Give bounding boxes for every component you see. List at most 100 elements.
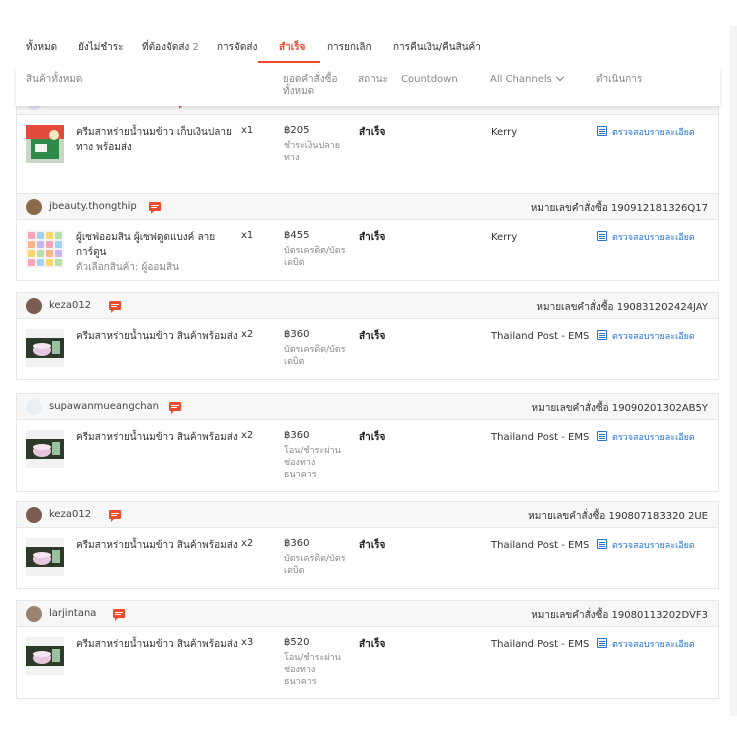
tab-return-refund[interactable]: การคืนเงิน/คืนสินค้า bbox=[393, 40, 481, 55]
order-number: หมายเลขคำสั่งซื้อ 190831202424JAY bbox=[536, 302, 708, 313]
tab-cancelled[interactable]: การยกเลิก bbox=[327, 40, 372, 55]
shipping-channel: Kerry bbox=[491, 127, 518, 138]
order-card-header: supawanmueangchan หมายเลขคำสั่งซื้อ 19090… bbox=[17, 394, 718, 420]
order-card-body: ครีมสาหร่ายน้ำนมข้าว สินค้าพร้อมส่ง x2 ฿36… bbox=[17, 420, 718, 491]
order-total: ฿455 bbox=[284, 230, 310, 241]
shipping-channel: Thailand Post - EMS bbox=[491, 432, 590, 443]
buyer-username[interactable]: supawanmueangchan bbox=[49, 401, 159, 412]
col-order-total: ยอดคำสั่งซื้อ ทั้งหมด bbox=[283, 74, 338, 97]
buyer-username[interactable]: jbeauty.thongthip bbox=[49, 201, 137, 212]
chevron-down-icon bbox=[555, 72, 565, 82]
order-number: หมายเลขคำสั่งซื้อ 19080113202DVF3 bbox=[531, 610, 708, 621]
view-details-button[interactable]: ตรวจสอบรายละเอียด bbox=[597, 329, 695, 343]
avatar[interactable] bbox=[26, 507, 42, 523]
chat-icon[interactable] bbox=[169, 402, 181, 414]
product-thumbnail[interactable] bbox=[26, 538, 64, 576]
shipping-channel: Thailand Post - EMS bbox=[491, 540, 590, 551]
quantity: x1 bbox=[241, 125, 254, 136]
document-icon bbox=[597, 431, 607, 441]
quantity: x2 bbox=[241, 329, 254, 340]
order-card: jbeauty.thongthip หมายเลขคำสั่งซื้อ 19091… bbox=[16, 193, 719, 281]
active-tab-indicator bbox=[258, 61, 320, 63]
order-card: keza012 หมายเลขคำสั่งซื้อ 190831202424JAY… bbox=[16, 292, 719, 380]
chat-icon[interactable] bbox=[149, 202, 161, 214]
order-card-body: ครีมสาหร่ายน้ำนมข้าว เก็บเงินปลายทาง พร้… bbox=[17, 115, 718, 193]
buyer-username[interactable]: larjintana bbox=[49, 608, 96, 619]
buyer-username[interactable]: keza012 bbox=[49, 300, 91, 311]
order-total: ฿205 bbox=[284, 125, 310, 136]
avatar[interactable] bbox=[26, 199, 42, 215]
product-thumbnail[interactable] bbox=[26, 637, 64, 675]
shipping-channel: Thailand Post - EMS bbox=[491, 639, 590, 650]
order-card: keza012 หมายเลขคำสั่งซื้อ 190807183320 2U… bbox=[16, 501, 719, 589]
channels-filter-dropdown[interactable]: All Channels bbox=[490, 72, 565, 86]
status-badge: สำเร็จ bbox=[359, 639, 386, 650]
product-name: ครีมสาหร่ายน้ำนมข้าว สินค้าพร้อมส่ง bbox=[76, 432, 238, 443]
payment-method: บัตรเครดิต/บัตร เดบิต bbox=[284, 246, 346, 268]
product-name: ครีมสาหร่ายน้ำนมข้าว สินค้าพร้อมส่ง bbox=[76, 639, 238, 650]
document-icon bbox=[597, 330, 607, 340]
tab-completed[interactable]: สำเร็จ bbox=[279, 40, 305, 55]
order-card: larjintana หมายเลขคำสั่งซื้อ 19080113202D… bbox=[16, 600, 719, 699]
avatar[interactable] bbox=[26, 606, 42, 622]
payment-method: ชำระเงินปลาย ทาง bbox=[284, 141, 341, 163]
status-badge: สำเร็จ bbox=[359, 432, 386, 443]
product-name: ครีมสาหร่ายน้ำนมข้าว สินค้าพร้อมส่ง bbox=[76, 540, 238, 551]
order-card-body: ผู้เซฟ่ออมสิน ผู้เซฟดูดแบงค์ ลายการ์ตูนต… bbox=[17, 220, 718, 280]
product-thumbnail[interactable] bbox=[26, 125, 64, 163]
product-thumbnail[interactable] bbox=[26, 430, 64, 468]
product-name: ครีมสาหร่ายน้ำนมข้าว สินค้าพร้อมส่ง bbox=[76, 331, 238, 342]
order-card-header: larjintana หมายเลขคำสั่งซื้อ 19080113202D… bbox=[17, 601, 718, 627]
product-variant: ตัวเลือกสินค้า: ผู้ออมสิน bbox=[76, 262, 179, 273]
order-table-header: สินค้าทั้งหมด ยอดคำสั่งซื้อ ทั้งหมด สถาน… bbox=[16, 66, 720, 106]
buyer-username[interactable]: keza012 bbox=[49, 509, 91, 520]
order-card-body: ครีมสาหร่ายน้ำนมข้าว สินค้าพร้อมส่ง x2 ฿36… bbox=[17, 528, 718, 588]
quantity: x2 bbox=[241, 538, 254, 549]
order-card-body: ครีมสาหร่ายน้ำนมข้าว สินค้าพร้อมส่ง x3 ฿52… bbox=[17, 627, 718, 698]
view-details-button[interactable]: ตรวจสอบรายละเอียด bbox=[597, 125, 695, 139]
view-details-button[interactable]: ตรวจสอบรายละเอียด bbox=[597, 430, 695, 444]
quantity: x1 bbox=[241, 230, 254, 241]
document-icon bbox=[597, 126, 607, 136]
order-total: ฿520 bbox=[284, 637, 310, 648]
payment-method: โอน/ชำระผ่าน ช่องทาง ธนาคาร bbox=[284, 653, 341, 687]
order-number: หมายเลขคำสั่งซื้อ 190807183320 2UE bbox=[528, 511, 708, 522]
order-status-tabs: ทั้งหมด ยังไม่ชำระ ที่ต้องจัดส่ง 2 การจั… bbox=[0, 28, 737, 64]
status-badge: สำเร็จ bbox=[359, 232, 386, 243]
view-details-button[interactable]: ตรวจสอบรายละเอียด bbox=[597, 637, 695, 651]
tab-shipping[interactable]: การจัดส่ง bbox=[217, 40, 257, 55]
document-icon bbox=[597, 638, 607, 648]
order-total: ฿360 bbox=[284, 329, 310, 340]
col-action: ดำเนินการ bbox=[596, 74, 643, 85]
shipping-channel: Thailand Post - EMS bbox=[491, 331, 590, 342]
order-card-header: jbeauty.thongthip หมายเลขคำสั่งซื้อ 19091… bbox=[17, 194, 718, 220]
chat-icon[interactable] bbox=[109, 301, 121, 313]
chat-icon[interactable] bbox=[109, 510, 121, 522]
product-thumbnail[interactable] bbox=[26, 329, 64, 367]
status-badge: สำเร็จ bbox=[359, 540, 386, 551]
order-card: supawanmueangchan หมายเลขคำสั่งซื้อ 19090… bbox=[16, 393, 719, 492]
order-total: ฿360 bbox=[284, 538, 310, 549]
product-thumbnail[interactable] bbox=[26, 230, 64, 268]
view-details-button[interactable]: ตรวจสอบรายละเอียด bbox=[597, 538, 695, 552]
scrollbar-track[interactable] bbox=[730, 26, 737, 716]
order-number: หมายเลขคำสั่งซื้อ 190912181326Q17 bbox=[530, 203, 708, 214]
status-badge: สำเร็จ bbox=[359, 127, 386, 138]
status-badge: สำเร็จ bbox=[359, 331, 386, 342]
view-details-button[interactable]: ตรวจสอบรายละเอียด bbox=[597, 230, 695, 244]
order-number: หมายเลขคำสั่งซื้อ 19090201302AB5Y bbox=[531, 403, 708, 414]
tab-to-ship[interactable]: ที่ต้องจัดส่ง 2 bbox=[142, 40, 199, 55]
order-total: ฿360 bbox=[284, 430, 310, 441]
avatar[interactable] bbox=[26, 298, 42, 314]
quantity: x3 bbox=[241, 637, 254, 648]
col-product: สินค้าทั้งหมด bbox=[26, 74, 83, 85]
chat-icon[interactable] bbox=[113, 609, 125, 621]
tab-unpaid[interactable]: ยังไม่ชำระ bbox=[78, 40, 124, 55]
tab-all[interactable]: ทั้งหมด bbox=[26, 40, 57, 55]
avatar[interactable] bbox=[26, 399, 42, 415]
payment-method: บัตรเครดิต/บัตร เดบิต bbox=[284, 554, 346, 576]
payment-method: บัตรเครดิต/บัตร เดบิต bbox=[284, 345, 346, 367]
col-countdown: Countdown bbox=[401, 74, 458, 85]
shipping-channel: Kerry bbox=[491, 232, 518, 243]
quantity: x2 bbox=[241, 430, 254, 441]
